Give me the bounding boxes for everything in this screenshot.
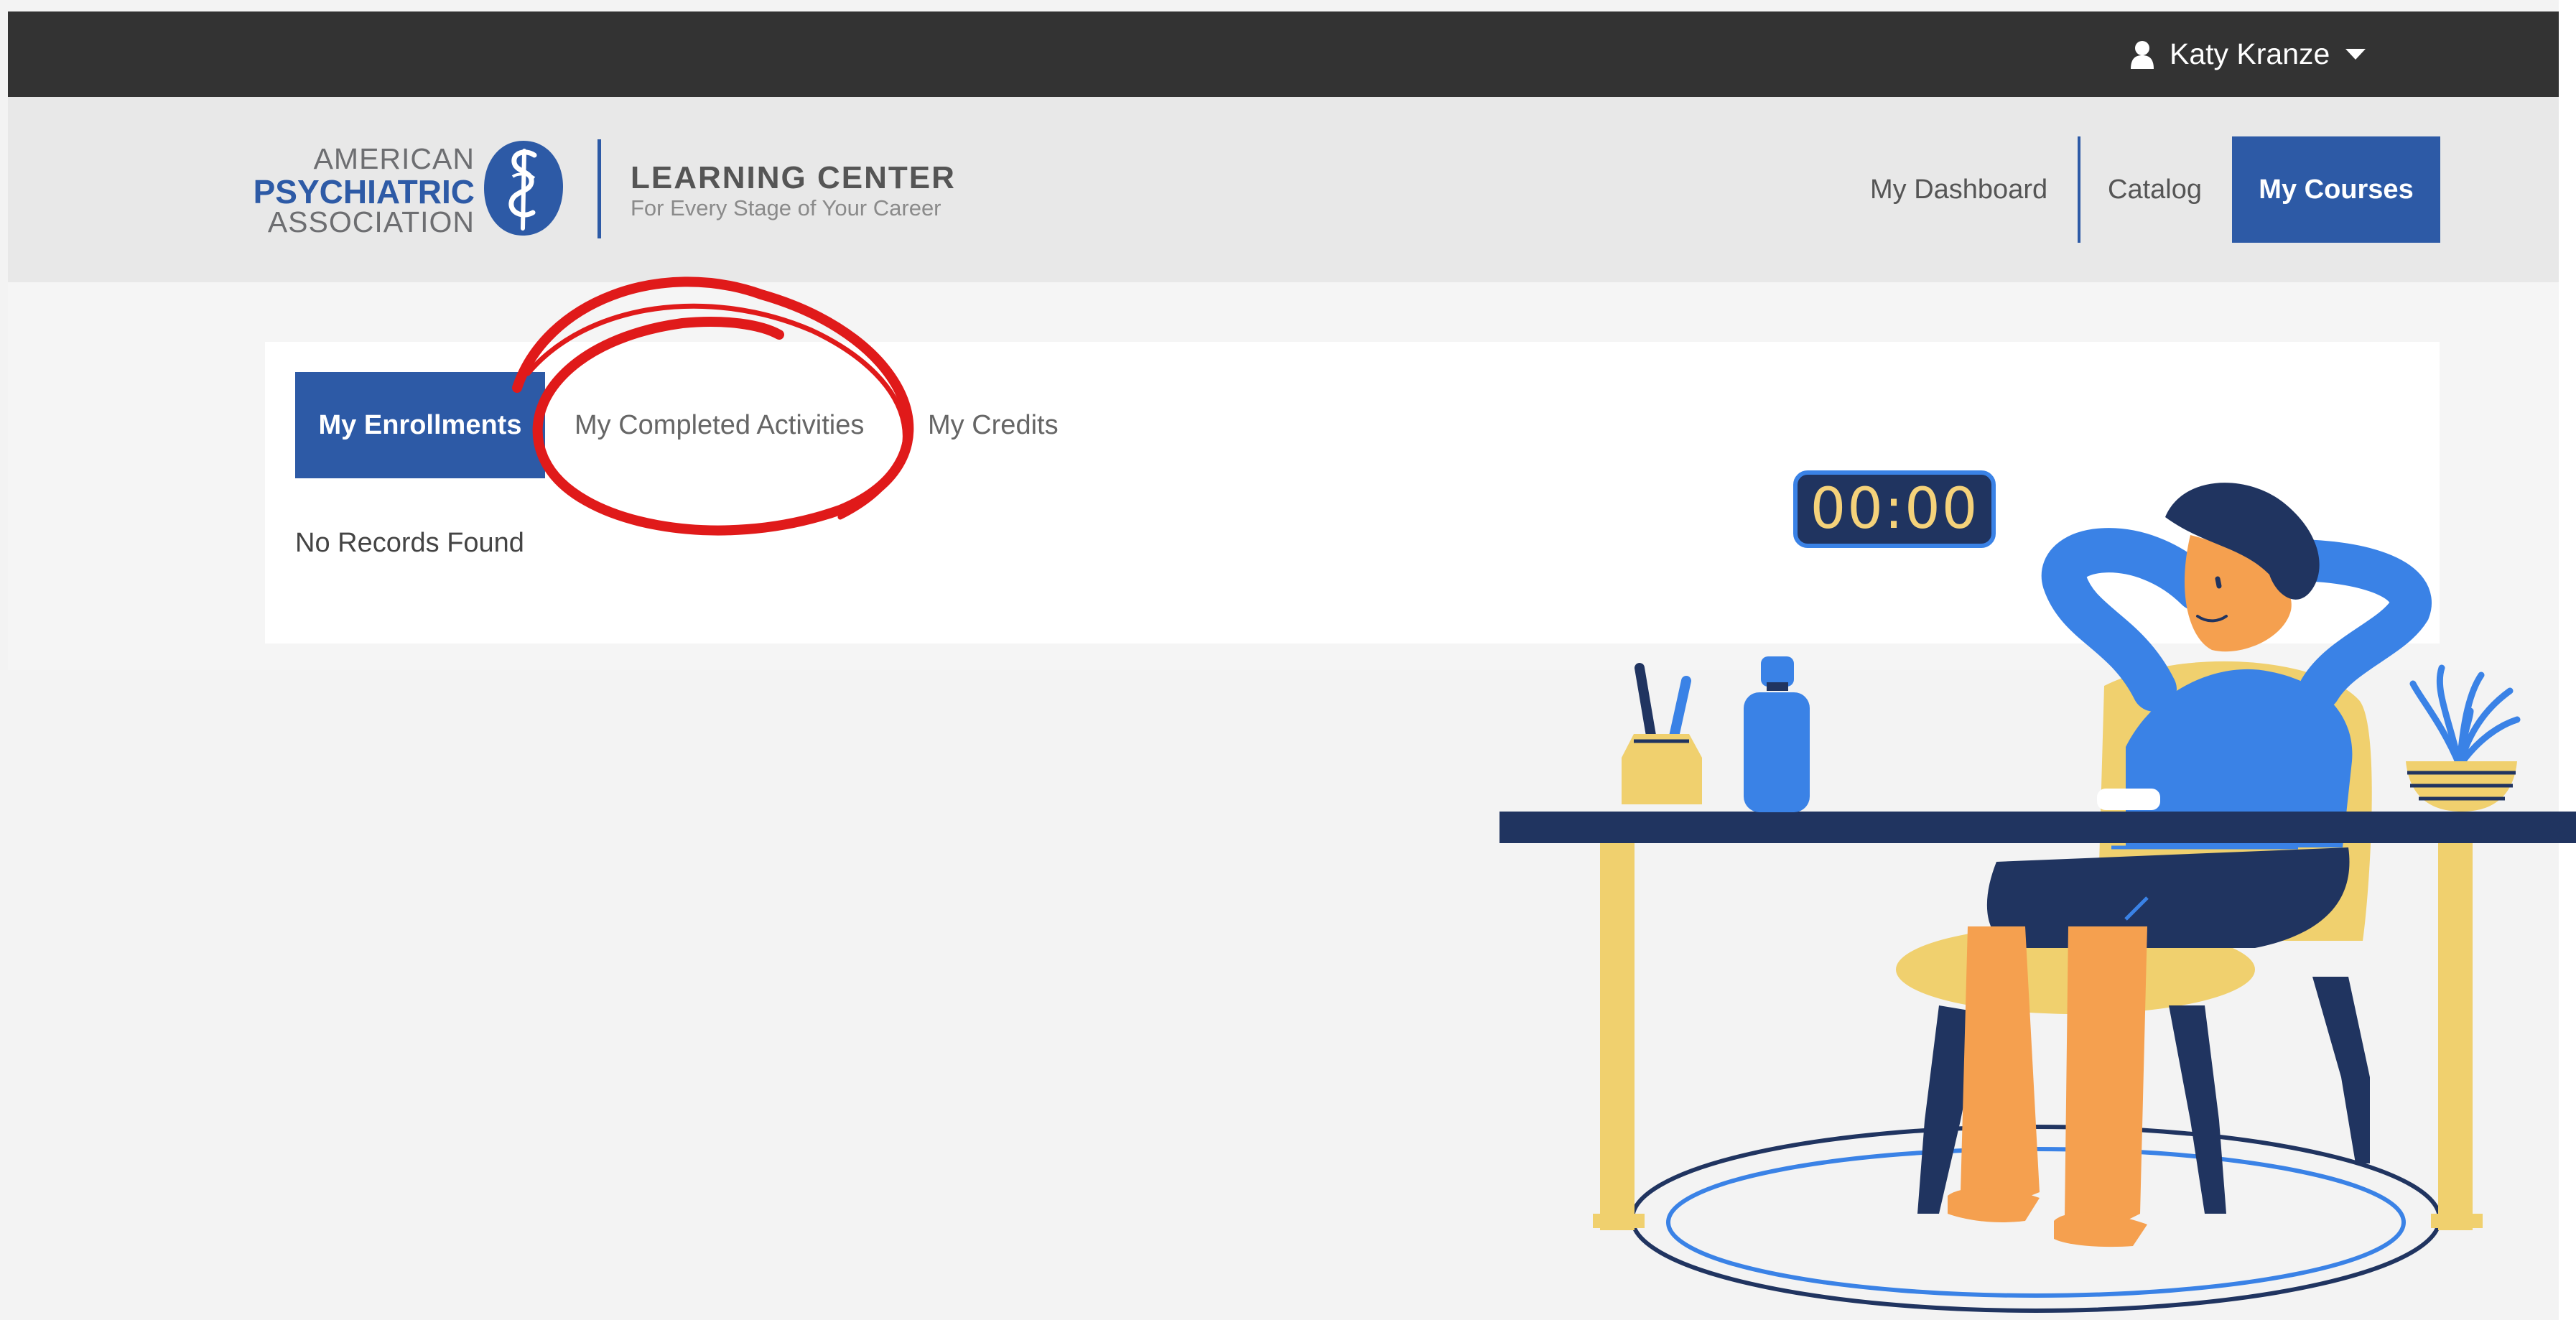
- timer-display: 00:00: [1793, 470, 1996, 548]
- logo-org-line1: AMERICAN: [313, 142, 475, 175]
- tab-my-completed-activities[interactable]: My Completed Activities: [575, 372, 864, 478]
- chair-back: [2097, 661, 2372, 941]
- logo-divider: [597, 139, 601, 238]
- desk-top: [1499, 789, 2576, 850]
- apa-learning-center-logo[interactable]: AMERICAN PSYCHIATRIC ASSOCIATION LEARNIN…: [254, 136, 985, 241]
- potted-plant: [2409, 664, 2521, 769]
- nav-my-dashboard[interactable]: My Dashboard: [1870, 136, 2047, 243]
- chevron-down-icon: [2345, 49, 2366, 60]
- nav-catalog[interactable]: Catalog: [2108, 136, 2202, 243]
- tab-my-enrollments[interactable]: My Enrollments: [295, 372, 545, 478]
- person-legs: [1948, 847, 2350, 1247]
- tab-my-credits[interactable]: My Credits: [928, 372, 1059, 478]
- apa-seal-icon: [484, 141, 563, 236]
- rug: [1630, 1125, 2442, 1313]
- user-name: Katy Kranze: [2170, 37, 2330, 70]
- plant-pot: [2406, 761, 2517, 812]
- desk: [1593, 842, 2483, 1230]
- chair-seat-and-legs: [1896, 925, 2370, 1214]
- pencil-cup: [1622, 663, 1702, 804]
- nav-divider: [2078, 136, 2080, 243]
- nav-my-courses[interactable]: My Courses: [2232, 136, 2440, 243]
- user-menu[interactable]: Katy Kranze: [2129, 11, 2366, 97]
- user-icon: [2131, 40, 2154, 69]
- water-bottle: [1744, 656, 1810, 812]
- page-edge: [2559, 0, 2576, 1320]
- empty-state-message: No Records Found: [295, 528, 524, 558]
- product-subtitle: For Every Stage of Your Career: [631, 195, 941, 220]
- timer-value: 00:00: [1810, 477, 1979, 542]
- logo-org-line3: ASSOCIATION: [267, 205, 475, 238]
- product-title: LEARNING CENTER: [631, 160, 956, 195]
